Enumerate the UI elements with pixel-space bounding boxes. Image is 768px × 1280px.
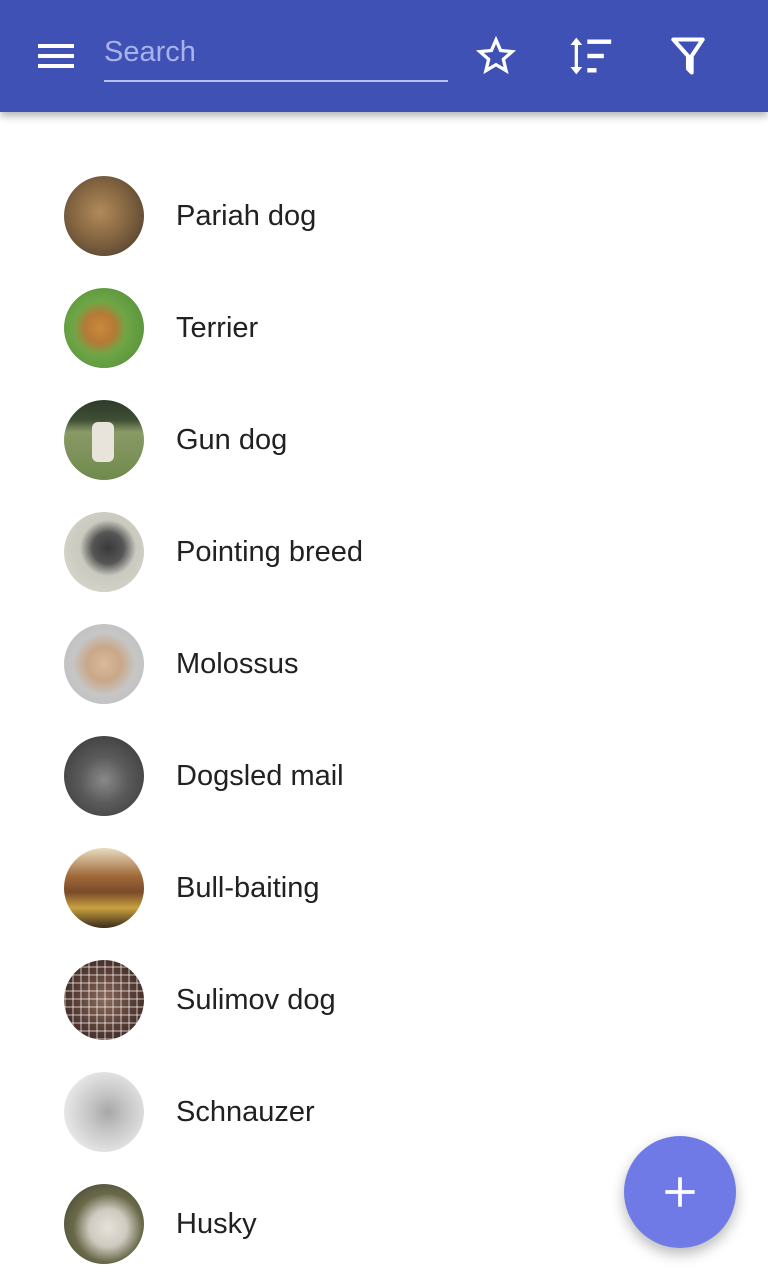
list-item[interactable]: Terrier — [0, 272, 768, 384]
list-item[interactable]: Pointing breed — [0, 496, 768, 608]
list-item-label: Pointing breed — [176, 536, 364, 568]
dog-thumbnail — [64, 512, 144, 592]
dog-thumbnail — [64, 960, 144, 1040]
favorites-button[interactable] — [468, 28, 524, 84]
list-item-label: Terrier — [176, 312, 259, 344]
plus-icon — [665, 1177, 695, 1207]
list-item[interactable]: Molossus — [0, 608, 768, 720]
list-item-label: Bull-baiting — [176, 872, 320, 904]
list-item[interactable]: Gun dog — [0, 384, 768, 496]
list-item[interactable]: Sulimov dog — [0, 944, 768, 1056]
dog-thumbnail — [64, 1072, 144, 1152]
list-item-label: Pariah dog — [176, 200, 317, 232]
list-item[interactable]: Pariah dog — [0, 160, 768, 272]
list-item-label: Molossus — [176, 648, 299, 680]
list-item-label: Husky — [176, 1208, 257, 1240]
sort-button[interactable] — [563, 28, 619, 84]
list-item-label: Schnauzer — [176, 1096, 315, 1128]
dog-thumbnail — [64, 736, 144, 816]
list-item[interactable]: Bull-baiting — [0, 832, 768, 944]
search-field — [104, 22, 448, 82]
list-item-label: Sulimov dog — [176, 984, 336, 1016]
dog-thumbnail — [64, 848, 144, 928]
app-bar — [0, 0, 768, 112]
list-item[interactable]: Dogsled mail — [0, 720, 768, 832]
dog-thumbnail — [64, 1184, 144, 1264]
filter-icon — [671, 37, 705, 75]
dog-thumbnail — [64, 176, 144, 256]
menu-button[interactable] — [30, 36, 82, 76]
dog-thumbnail — [64, 400, 144, 480]
list-item-label: Dogsled mail — [176, 760, 344, 792]
add-button[interactable] — [624, 1136, 736, 1248]
breed-list: Pariah dog Terrier Gun dog Pointing bree… — [0, 160, 768, 1280]
search-underline — [104, 80, 448, 82]
search-input[interactable] — [104, 28, 448, 76]
dog-thumbnail — [64, 624, 144, 704]
dog-thumbnail — [64, 288, 144, 368]
list-item-label: Gun dog — [176, 424, 288, 456]
star-outline-icon — [475, 35, 517, 75]
sort-icon — [570, 37, 612, 75]
filter-button[interactable] — [660, 28, 716, 84]
